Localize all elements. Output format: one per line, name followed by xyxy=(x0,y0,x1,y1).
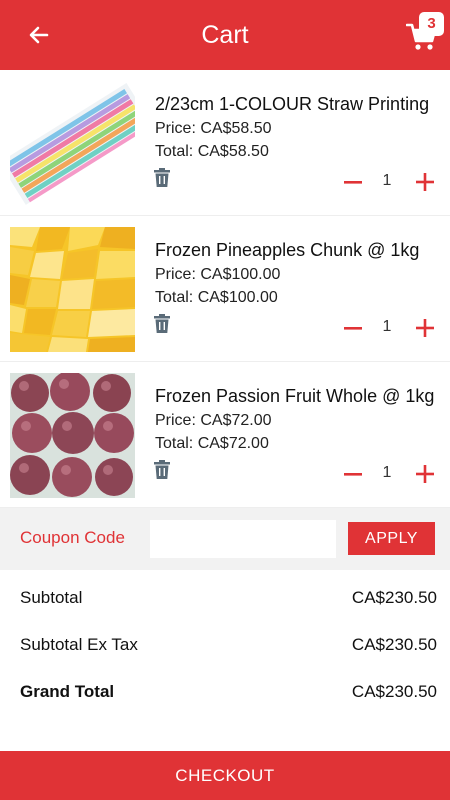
delete-item-button[interactable] xyxy=(154,168,172,188)
product-price: Price: CA$58.50 xyxy=(155,120,272,137)
cart-item: Frozen Passion Fruit Whole @ 1kg Price: … xyxy=(0,362,450,508)
cart-item: Frozen Pineapples Chunk @ 1kg Price: CA$… xyxy=(0,216,450,362)
coupon-section: Coupon Code APPLY xyxy=(0,508,450,570)
grand-total-label: Grand Total xyxy=(20,682,115,701)
product-total: Total: CA$72.00 xyxy=(155,435,269,452)
delete-item-button[interactable] xyxy=(154,314,172,334)
quantity-value: 1 xyxy=(382,172,392,189)
subtotal-ex-tax-row: Subtotal Ex Tax CA$230.50 xyxy=(0,623,450,670)
increase-quantity-button[interactable] xyxy=(412,461,438,487)
delete-item-button[interactable] xyxy=(154,460,172,480)
decrease-quantity-button[interactable] xyxy=(340,170,366,194)
plus-icon xyxy=(416,465,434,483)
product-name[interactable]: Frozen Passion Fruit Whole @ 1kg xyxy=(155,386,440,407)
plus-icon xyxy=(416,173,434,191)
checkout-button[interactable]: CHECKOUT xyxy=(0,751,450,800)
quantity-value: 1 xyxy=(382,318,392,335)
quantity-value: 1 xyxy=(382,464,392,481)
minus-icon xyxy=(344,473,362,476)
apply-coupon-button[interactable]: APPLY xyxy=(348,522,435,555)
product-price: Price: CA$100.00 xyxy=(155,266,281,283)
minus-icon xyxy=(344,327,362,330)
increase-quantity-button[interactable] xyxy=(412,315,438,341)
product-name[interactable]: Frozen Pineapples Chunk @ 1kg xyxy=(155,240,440,261)
subtotal-ex-tax-label: Subtotal Ex Tax xyxy=(20,635,138,654)
cart-button[interactable]: 3 xyxy=(404,12,446,54)
product-total: Total: CA$58.50 xyxy=(155,143,269,160)
product-name[interactable]: 2/23cm 1-COLOUR Straw Printing xyxy=(155,94,440,115)
decrease-quantity-button[interactable] xyxy=(340,316,366,340)
plus-icon xyxy=(416,319,434,337)
product-total: Total: CA$100.00 xyxy=(155,289,278,306)
cart-item: 2/23cm 1-COLOUR Straw Printing Price: CA… xyxy=(0,70,450,216)
cart-item-list: 2/23cm 1-COLOUR Straw Printing Price: CA… xyxy=(0,70,450,508)
cart-count-badge: 3 xyxy=(419,12,444,36)
order-totals: Subtotal CA$230.50 Subtotal Ex Tax CA$23… xyxy=(0,576,450,717)
subtotal-ex-tax-value: CA$230.50 xyxy=(351,635,437,654)
trash-icon xyxy=(154,314,170,333)
page-title: Cart xyxy=(201,21,249,49)
product-price: Price: CA$72.00 xyxy=(155,412,272,429)
increase-quantity-button[interactable] xyxy=(412,169,438,195)
product-image-straws[interactable] xyxy=(10,81,135,206)
minus-icon xyxy=(344,181,362,184)
grand-total-value: CA$230.50 xyxy=(351,682,437,701)
subtotal-row: Subtotal CA$230.50 xyxy=(0,576,450,623)
subtotal-value: CA$230.50 xyxy=(351,588,437,607)
decrease-quantity-button[interactable] xyxy=(340,462,366,486)
trash-icon xyxy=(154,460,170,479)
coupon-label: Coupon Code xyxy=(20,528,125,547)
trash-icon xyxy=(154,168,170,187)
product-image-pineapple[interactable] xyxy=(10,227,135,352)
product-image-passion-fruit[interactable] xyxy=(10,373,135,498)
app-header: Cart 3 xyxy=(0,0,450,70)
subtotal-label: Subtotal xyxy=(20,588,83,607)
coupon-code-input[interactable] xyxy=(150,520,336,558)
grand-total-row: Grand Total CA$230.50 xyxy=(0,670,450,717)
